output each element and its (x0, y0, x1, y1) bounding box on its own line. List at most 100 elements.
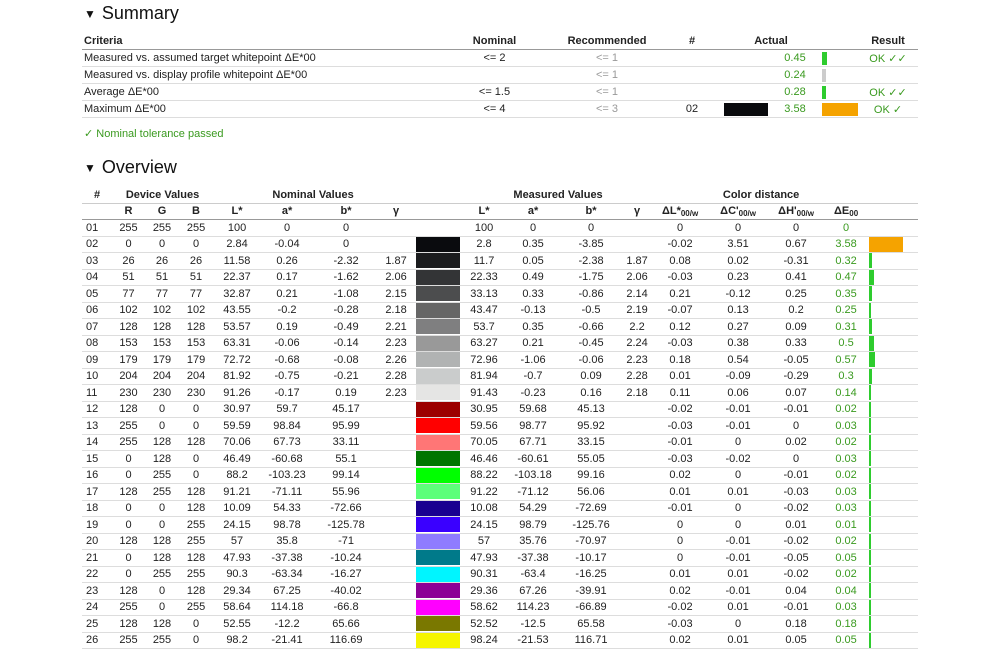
swatch-cell (722, 100, 770, 118)
g-cell: 0 (145, 516, 179, 534)
measured-values-header: Measured Values (463, 187, 654, 204)
overview-row: 23 128 0 128 29.34 67.25 -40.02 29.36 67.26 -39.9… (82, 582, 919, 600)
delta-l-cell: -0.01 (653, 500, 708, 517)
r-cell: 179 (112, 351, 145, 369)
measured-gamma-cell: 2.06 (621, 269, 654, 286)
nominal-gamma-cell (379, 500, 414, 517)
overview-row: 03 26 26 26 11.58 0.26 -2.32 1.87 11.7 0.05 -2.38 1… (82, 252, 919, 270)
r-cell: 230 (112, 384, 145, 402)
delta-h-cell: -0.02 (769, 533, 824, 550)
nominal-l-header: L* (213, 203, 262, 220)
delta-bar (822, 69, 826, 82)
delta-e-bar (869, 269, 874, 285)
delta-h-cell: -0.31 (769, 252, 824, 270)
overview-row: 16 0 255 0 88.2 -103.23 99.14 88.22 -103.18 99.16… (82, 467, 919, 484)
g-cell: 0 (145, 599, 179, 616)
measured-gamma-cell: 2.2 (621, 318, 654, 336)
delta-c-cell: 0.01 (707, 632, 770, 649)
measured-b-cell: 65.58 (561, 615, 622, 633)
g-cell: 26 (145, 252, 179, 270)
measured-l-cell: 91.43 (463, 384, 506, 402)
measured-a-cell: -71.12 (505, 483, 562, 501)
delta-e-bar-cell (869, 417, 919, 435)
measured-a-cell: 98.77 (505, 417, 562, 435)
r-cell: 0 (112, 236, 145, 253)
delta-h-cell: 0.67 (769, 236, 824, 253)
delta-e-bar-cell (869, 219, 919, 237)
delta-e-bar-cell (869, 236, 919, 253)
nominal-b-cell: -16.27 (313, 566, 380, 583)
nominal-gamma-cell (379, 599, 414, 616)
nominal-b-cell: -40.02 (313, 582, 380, 600)
delta-c-cell: 0.01 (707, 566, 770, 583)
overview-row: 15 0 128 0 46.49 -60.68 55.1 46.46 -60.61 55.05 -0… (82, 450, 919, 468)
measured-gamma-cell (621, 401, 654, 418)
nominal-l-cell: 70.06 (213, 434, 262, 451)
delta-e-cell: 0.05 (823, 549, 870, 567)
b-cell: 204 (179, 368, 214, 385)
measured-b-cell: -0.5 (561, 302, 622, 319)
delta-l-cell: 0.12 (653, 318, 708, 336)
nominal-l-cell: 32.87 (213, 285, 262, 303)
collapse-triangle-icon: ▼ (84, 160, 96, 175)
measured-gamma-cell: 2.24 (621, 335, 654, 352)
swatch-cell (413, 384, 464, 402)
swatch-cell (413, 252, 464, 270)
nominal-l-cell: 72.72 (213, 351, 262, 369)
nominal-cell: <= 2 (437, 49, 552, 67)
delta-e-bar-cell (869, 599, 919, 616)
delta-e-bar (869, 434, 872, 450)
nominal-b-cell: -0.21 (313, 368, 380, 385)
delta-e-cell: 0.25 (823, 302, 870, 319)
nominal-gamma-cell (379, 236, 414, 253)
b-cell: 128 (179, 582, 214, 600)
delta-c-cell: 0.54 (707, 351, 770, 369)
swatch-cell (413, 632, 464, 649)
summary-row: Average ΔE*00 <= 1.5 <= 1 0.28 OK ✓✓ (82, 83, 918, 101)
delta-e-bar (869, 599, 872, 615)
delta-h-cell: 0 (769, 417, 824, 435)
color-swatch (416, 451, 461, 467)
delta-e-bar (869, 236, 904, 252)
overview-heading[interactable]: ▼ Overview (84, 157, 177, 178)
measured-l-cell: 10.08 (463, 500, 506, 517)
nominal-a-cell: -0.04 (261, 236, 314, 253)
measured-gamma-cell (621, 566, 654, 583)
overview-group-header-row: # Device Values Nominal Values Measured … (82, 187, 919, 204)
r-cell: 0 (112, 516, 145, 534)
delta-e-bar (869, 583, 872, 599)
bar-cell (820, 83, 858, 101)
delta-e-bar-cell (869, 318, 919, 336)
nominal-gamma-cell: 2.18 (379, 302, 414, 319)
g-cell: 0 (145, 417, 179, 435)
delta-h-cell: 0.02 (769, 434, 824, 451)
measured-l-cell: 43.47 (463, 302, 506, 319)
delta-l-cell: -0.02 (653, 599, 708, 616)
measured-b-cell: 116.71 (561, 632, 622, 649)
nominal-gamma-cell (379, 632, 414, 649)
num-header: # (662, 33, 722, 50)
delta-e-bar-cell (869, 368, 919, 385)
delta-h-cell: -0.01 (769, 401, 824, 418)
swatch-cell (722, 66, 770, 84)
measured-a-cell: 0.21 (505, 335, 562, 352)
delta-e-cell: 0.57 (823, 351, 870, 369)
swatch-cell (413, 417, 464, 435)
delta-e-bar (869, 550, 872, 566)
measured-gamma-cell (621, 549, 654, 567)
delta-e-bar (869, 566, 872, 582)
measured-a-cell: 0.35 (505, 318, 562, 336)
nominal-l-cell: 24.15 (213, 516, 262, 534)
delta-c-cell: 0.27 (707, 318, 770, 336)
bar-cell (820, 49, 858, 67)
delta-l-cell: 0 (653, 516, 708, 534)
swatch-cell (413, 434, 464, 451)
b-cell: 128 (179, 549, 214, 567)
measured-a-header: a* (505, 203, 562, 220)
nominal-a-cell: 98.84 (261, 417, 314, 435)
delta-e-bar (869, 286, 873, 302)
measured-a-cell: 67.71 (505, 434, 562, 451)
summary-heading[interactable]: ▼ Summary (84, 3, 179, 24)
overview-row: 08 153 153 153 63.31 -0.06 -0.14 2.23 63.27 0.21-… (82, 335, 919, 352)
color-swatch (416, 253, 461, 269)
